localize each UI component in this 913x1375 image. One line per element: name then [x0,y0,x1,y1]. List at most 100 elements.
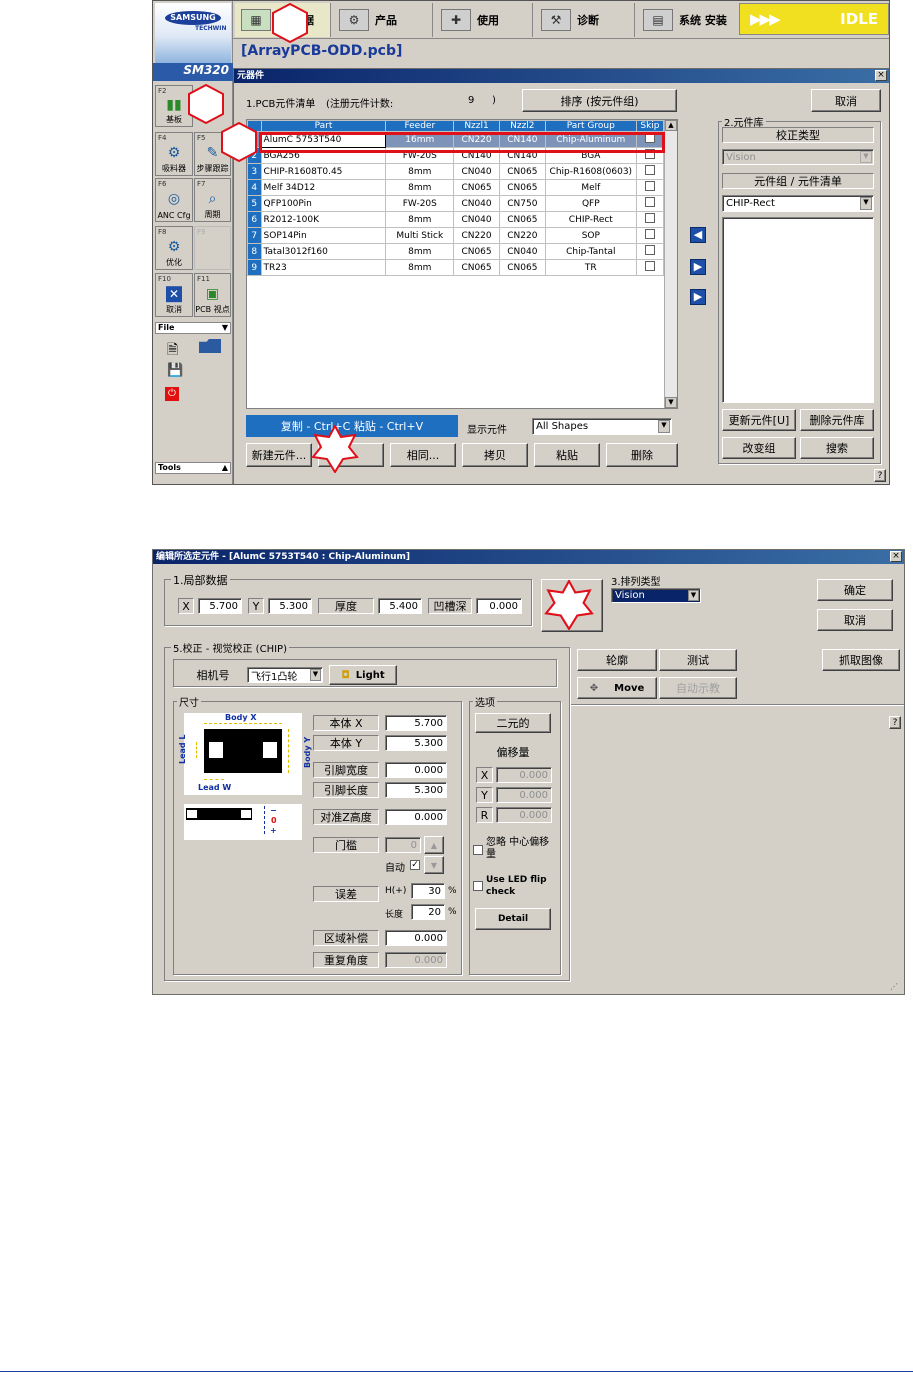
close-icon[interactable]: × [875,70,887,81]
offset-y-field: 0.000 [496,787,552,803]
library-list[interactable] [722,217,874,403]
table-row[interactable]: 3 CHIP-R1608T0.45 8mm CN040 CN065 Chip-R1608(… [247,163,665,180]
help-button[interactable]: ? [874,469,886,482]
skip-checkbox[interactable] [635,243,665,260]
same-button[interactable]: 相同... [390,443,456,467]
test-button[interactable]: 测试 [659,649,737,671]
tools-header[interactable]: Tools ▲ [155,462,231,474]
fkey-f8[interactable]: F8 ⚙ 优化 [155,226,193,270]
toolbar-product[interactable]: ⚙ 产品 [333,3,433,37]
close-icon[interactable]: × [890,551,902,562]
skip-checkbox[interactable] [635,195,665,212]
move-button[interactable]: ✥ Move [577,677,657,699]
groove-field[interactable]: 0.000 [476,598,522,614]
fkey-f4[interactable]: F4 ⚙ 吸料器 [155,132,193,176]
samsung-logo: SAMSUNG TECHWIN [155,3,231,63]
arrow-double-right-icon[interactable]: ▶ [690,289,706,305]
show-parts-select[interactable]: All Shapes ▼ [532,418,672,435]
skip-checkbox[interactable] [635,179,665,196]
skip-checkbox[interactable] [635,211,665,228]
save-icon[interactable]: 💾 [167,363,183,378]
search-button[interactable]: 搜索 [800,437,874,459]
count-label: (注册元件计数: [326,99,394,110]
row-index: 8 [247,243,262,260]
cancel-button[interactable]: 取消 [811,89,881,112]
ok-button[interactable]: 确定 [817,579,893,601]
table-row[interactable]: 6 R2012-100K 8mm CN040 CN065 CHIP-Rect [247,211,665,228]
cell-part-group: SOP [544,227,637,244]
table-row[interactable]: 7 SOP14Pin Multi Stick CN220 CN220 SOP [247,227,665,244]
power-icon[interactable]: ⏻ [165,387,179,401]
skip-checkbox[interactable] [635,163,665,180]
camera-select[interactable]: 飞行1凸轮 ▼ [247,667,323,683]
fkey-f6[interactable]: F6 ◎ ANC Cfg [155,178,193,222]
table-row[interactable]: 8 Tatal3012f160 8mm CN065 CN040 Chip-Tantal [247,243,665,260]
body-x-field[interactable]: 5.700 [385,715,447,731]
arrow-right-icon[interactable]: ▶ [690,259,706,275]
table-row[interactable]: 9 TR23 8mm CN065 CN065 TR [247,259,665,276]
col-part-group[interactable]: Part Group [544,120,637,132]
table-scrollbar[interactable]: ▲ ▼ [664,120,677,408]
open-folder-icon[interactable] [199,339,221,353]
x-field[interactable]: 5.700 [198,598,242,614]
fkey-f11[interactable]: F11 ▣ PCB 视点 [194,273,231,317]
table-row[interactable]: 5 QFP100Pin FW-20S CN040 CN750 QFP [247,195,665,212]
delete-library-button[interactable]: 删除元件库 [800,409,874,431]
copy-button[interactable]: 拷贝 [462,443,528,467]
toolbar-system[interactable]: ▤ 系统 安装 [637,3,737,37]
toolbar-use[interactable]: ✚ 使用 [435,3,533,37]
help-button[interactable]: ? [889,716,901,729]
fkey-f7[interactable]: F7 ⌕ 周期 [194,178,231,222]
auto-checkbox[interactable]: ✓ [410,860,420,870]
new-file-icon[interactable]: 🗎 [167,339,178,363]
ignore-center-offset-checkbox[interactable] [473,845,483,855]
binary-button[interactable]: 二元的 [475,713,551,733]
sort-button[interactable]: 排序 (按元件组) [522,89,677,112]
col-part[interactable]: Part [260,120,387,132]
use-led-checkbox[interactable] [473,881,483,891]
paste-button[interactable]: 粘贴 [534,443,600,467]
threshold-up-icon[interactable]: ▲ [424,836,444,854]
body-y-field[interactable]: 5.300 [385,735,447,751]
grab-image-button[interactable]: 抓取图像 [822,649,900,671]
group-select[interactable]: CHIP-Rect ▼ [722,195,874,212]
cancel-button[interactable]: 取消 [817,609,893,631]
update-part-button[interactable]: 更新元件[U] [722,409,796,431]
scroll-up-icon[interactable]: ▲ [665,120,677,131]
toolbar-diagnose[interactable]: ⚒ 诊断 [535,3,635,37]
area-comp-field[interactable]: 0.000 [385,930,447,946]
align-z-field[interactable]: 0.000 [385,809,447,825]
threshold-down-icon[interactable]: ▼ [424,856,444,874]
col-nzzl1[interactable]: Nzzl1 [453,120,500,132]
fkey-f10[interactable]: F10 ✕ 取消 [155,273,193,317]
arrangement-type-select[interactable]: Vision ▼ [611,588,701,603]
detail-button[interactable]: Detail [475,908,551,930]
cell-nzzl1: CN065 [453,179,500,196]
skip-checkbox[interactable] [635,259,665,276]
col-skip[interactable]: Skip [635,120,665,132]
h-plus-field[interactable]: 30 [411,883,445,899]
cell-part-group: Chip-R1608(0603) [544,163,637,180]
file-header[interactable]: File ▼ [155,322,231,334]
change-group-button[interactable]: 改变组 [722,437,796,459]
light-button[interactable]: ◘ Light [329,665,397,685]
lead-length-field[interactable]: 5.300 [385,782,447,798]
arrow-left-icon[interactable]: ◀ [690,227,706,243]
length-field[interactable]: 20 [411,904,445,920]
resize-grip-icon[interactable]: ⋰ [890,982,902,992]
table-row[interactable]: 4 Melf 34D12 8mm CN065 CN065 Melf [247,179,665,196]
fkey-f4-label: 吸料器 [162,164,186,173]
delete-button[interactable]: 删除 [606,443,678,467]
lead-width-field[interactable]: 0.000 [385,762,447,778]
y-field[interactable]: 5.300 [268,598,312,614]
scroll-down-icon[interactable]: ▼ [665,397,677,408]
col-feeder[interactable]: Feeder [385,120,455,132]
skip-checkbox[interactable] [635,227,665,244]
thickness-field[interactable]: 5.400 [378,598,422,614]
fkey-f9[interactable]: F9 [194,226,231,270]
col-nzzl2[interactable]: Nzzl2 [498,120,546,132]
outline-button[interactable]: 轮廓 [577,649,657,671]
new-part-button[interactable]: 新建元件... [246,443,312,467]
chevron-up-icon: ▲ [221,463,228,472]
optimize-icon: ⚙ [167,239,181,256]
